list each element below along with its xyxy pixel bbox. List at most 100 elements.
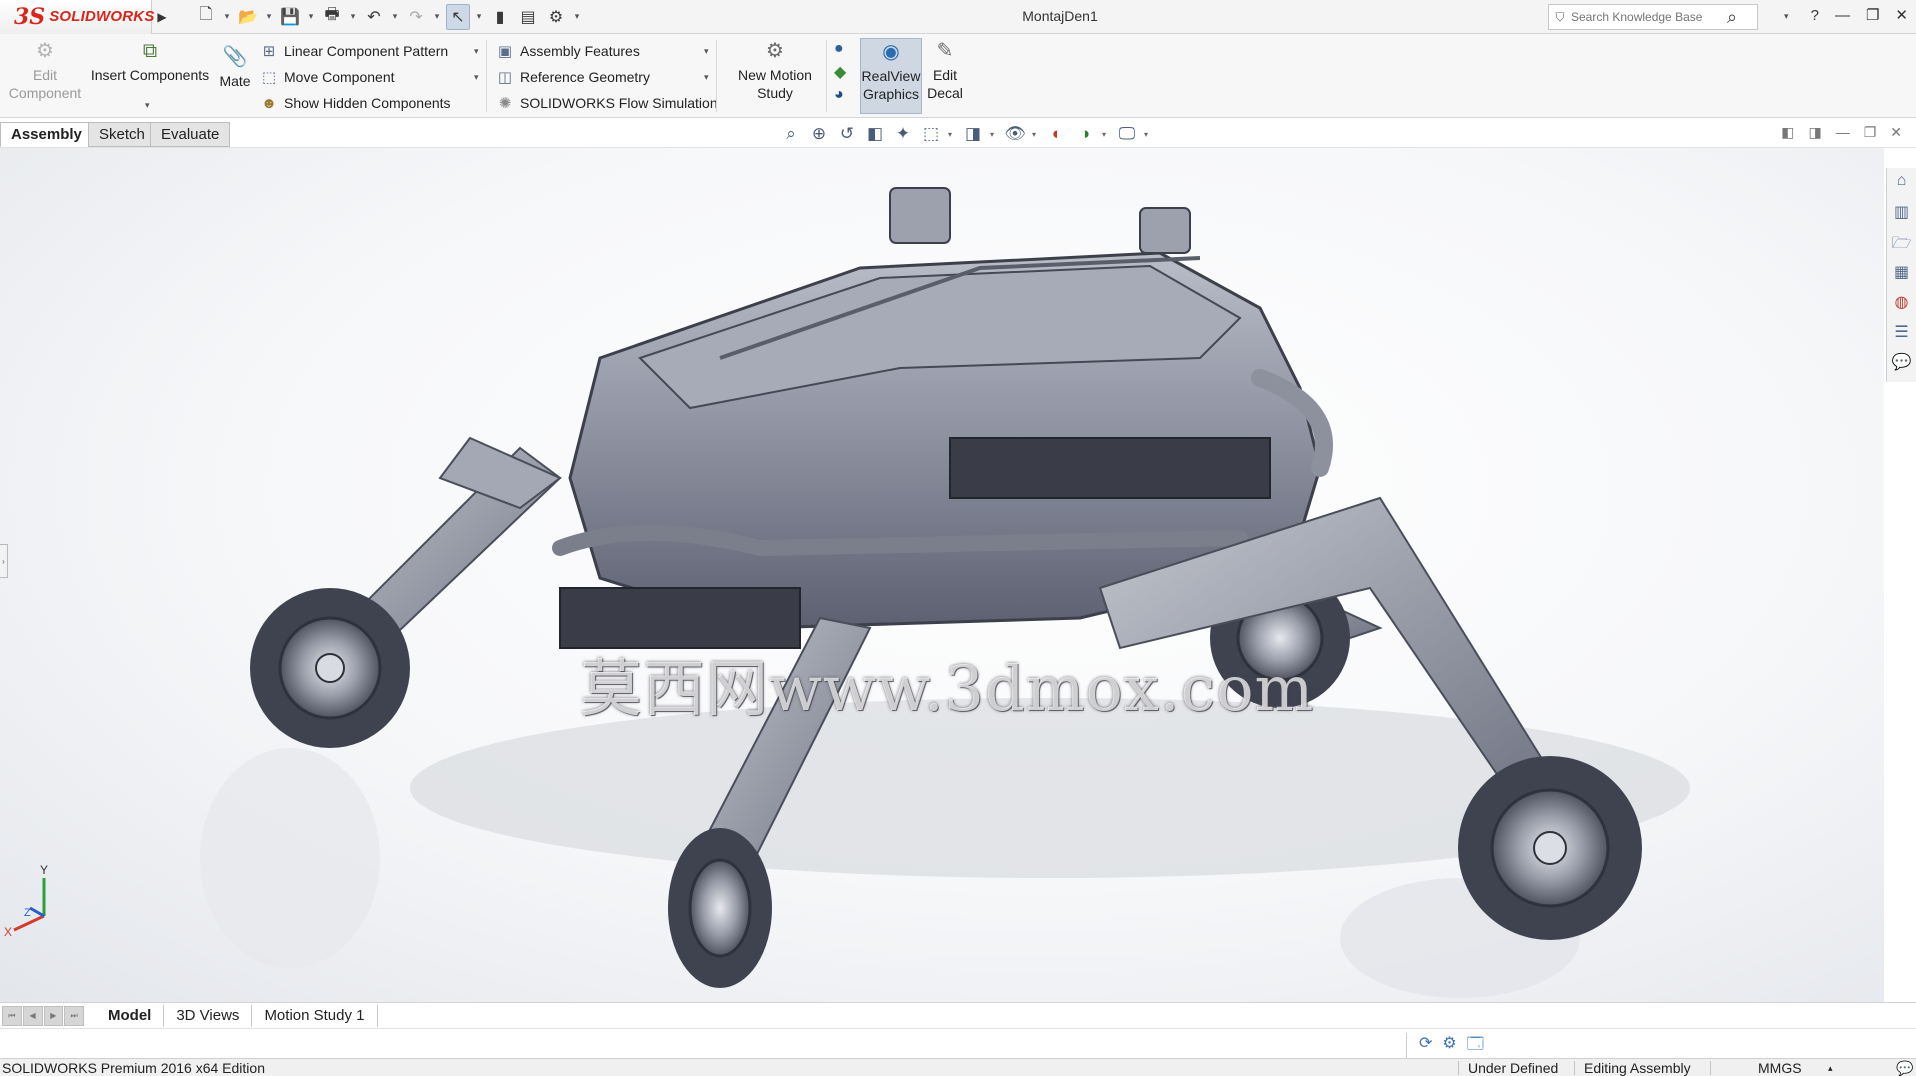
heads-up-view-toolbar: ⌕ ⊕ ↺ ◧ ✦ ⬚ ▾ ◨ ▾ 👁 ▾ ◐ ◑ ▾ 🖵 ▾	[780, 124, 1152, 144]
open-caret-icon[interactable]: ▾	[264, 4, 274, 30]
search-input[interactable]	[1571, 10, 1721, 24]
previous-tab-icon[interactable]: ◀	[22, 1005, 43, 1026]
solidworks-logo[interactable]: 3S SOLIDWORKS	[0, 0, 154, 34]
redo-icon[interactable]: ↷	[404, 4, 428, 30]
display-style-icon[interactable]: ◨	[962, 124, 984, 144]
shadows-sphere-icon[interactable]: ●	[834, 40, 846, 58]
realview-graphics-button[interactable]: ◉ RealView Graphics	[860, 38, 922, 114]
print-icon[interactable]: 🖶	[320, 4, 344, 30]
options-caret-icon[interactable]: ▾	[572, 4, 582, 30]
minimize-button[interactable]: —	[1835, 7, 1850, 24]
undo-icon[interactable]: ↶	[362, 4, 386, 30]
view-orientation-caret-icon[interactable]: ▾	[948, 130, 956, 139]
display-style-caret-icon[interactable]: ▾	[990, 130, 998, 139]
units-selector[interactable]: MMGS	[1758, 1060, 1802, 1076]
edit-appearance-icon[interactable]: ◐	[1046, 124, 1068, 144]
section-view-icon[interactable]: ◧	[864, 124, 886, 144]
rebuild-traffic-light-icon[interactable]: ▮	[488, 4, 512, 30]
status-separator	[1710, 1061, 1711, 1075]
reference-geometry-caret-icon[interactable]: ▾	[704, 72, 709, 83]
viewport-close-icon[interactable]: ✕	[1890, 124, 1902, 141]
dynamic-annotation-icon[interactable]: ✦	[892, 124, 914, 144]
ambient-occlusion-icon[interactable]: ◕	[834, 86, 846, 104]
close-button[interactable]: ✕	[1895, 6, 1908, 24]
apply-scene-icon[interactable]: ◑	[1074, 124, 1096, 144]
new-caret-icon[interactable]: ▾	[222, 4, 232, 30]
viewport-restore-icon[interactable]: ❐	[1864, 124, 1877, 141]
restore-button[interactable]: ❐	[1866, 6, 1879, 24]
undo-caret-icon[interactable]: ▾	[390, 4, 400, 30]
appearances-scenes-icon[interactable]: ◍	[1895, 292, 1909, 316]
tab-motion-study-1[interactable]: Motion Study 1	[252, 1004, 378, 1027]
assembly-features-button[interactable]: ▣ Assembly Features	[494, 40, 640, 62]
feature-manager-expand-handle[interactable]: ›	[0, 544, 8, 578]
edit-component-button[interactable]: ⚙ Edit Component	[6, 41, 84, 102]
first-tab-icon[interactable]: ⏮	[2, 1005, 22, 1026]
calculate-motion-icon[interactable]: ⟳	[1419, 1033, 1432, 1060]
design-library-icon[interactable]: ▥	[1894, 202, 1909, 226]
title-bar: 3S SOLIDWORKS ▶ 🗋 ▾ 📂 ▾ 💾 ▾ 🖶 ▾ ↶ ▾ ↷ ▾ …	[0, 0, 1916, 34]
insert-components-caret-icon[interactable]: ▾	[145, 100, 150, 111]
apply-scene-caret-icon[interactable]: ▾	[1102, 130, 1110, 139]
zoom-to-fit-icon[interactable]: ⌕	[780, 124, 802, 144]
new-motion-study-label-2: Study	[757, 85, 793, 101]
move-component-caret-icon[interactable]: ▾	[474, 72, 479, 83]
appearance-icon[interactable]: ◆	[834, 62, 846, 82]
knowledge-base-icon[interactable]: ⛉	[1549, 10, 1571, 25]
hide-show-caret-icon[interactable]: ▾	[1032, 130, 1040, 139]
search-icon[interactable]: ⌕	[1727, 7, 1737, 28]
print-caret-icon[interactable]: ▾	[348, 4, 358, 30]
file-explorer-icon[interactable]: 🗁	[1892, 232, 1912, 256]
document-title: MontajDen1	[1022, 8, 1098, 24]
reference-geometry-button[interactable]: ◫ Reference Geometry	[494, 66, 650, 88]
file-properties-icon[interactable]: ▤	[516, 4, 540, 30]
linear-component-pattern-button[interactable]: ⊞ Linear Component Pattern	[258, 40, 449, 62]
last-tab-icon[interactable]: ⏭	[64, 1005, 84, 1026]
edit-decal-button[interactable]: ✎ Edit Decal	[924, 41, 966, 102]
tab-model[interactable]: Model	[96, 1004, 165, 1027]
select-pointer-icon[interactable]: ↖	[446, 3, 470, 30]
save-animation-icon[interactable]: 🗔	[1467, 1033, 1484, 1060]
zoom-to-area-icon[interactable]: ⊕	[808, 124, 830, 144]
tab-evaluate[interactable]: Evaluate	[150, 122, 231, 147]
options-gear-icon[interactable]: ⚙	[544, 4, 568, 30]
previous-view-icon[interactable]: ↺	[836, 124, 858, 144]
show-hidden-components-button[interactable]: ☻ Show Hidden Components	[258, 92, 450, 114]
linear-pattern-caret-icon[interactable]: ▾	[474, 46, 479, 57]
viewport-minimize-icon[interactable]: —	[1836, 124, 1850, 141]
assembly-features-caret-icon[interactable]: ▾	[704, 46, 709, 57]
redo-caret-icon[interactable]: ▾	[432, 4, 442, 30]
next-tab-icon[interactable]: ▶	[43, 1005, 64, 1026]
help-icon[interactable]: ?	[1811, 7, 1819, 24]
motion-study-properties-icon[interactable]: ⚙	[1442, 1033, 1456, 1060]
open-folder-icon[interactable]: 📂	[236, 4, 260, 30]
new-motion-study-button[interactable]: ⚙ New Motion Study	[730, 41, 820, 102]
view-settings-caret-icon[interactable]: ▾	[1144, 130, 1152, 139]
insert-components-button[interactable]: ⧉ Insert Components	[88, 41, 212, 84]
hide-show-items-icon[interactable]: 👁	[1004, 124, 1026, 144]
view-orientation-icon[interactable]: ⬚	[920, 124, 942, 144]
move-component-label: Move Component	[284, 69, 395, 85]
viewport-tile-right-icon[interactable]: ◨	[1808, 124, 1821, 141]
move-component-button[interactable]: ⬚ Move Component	[258, 66, 395, 88]
menu-expand-arrow-icon[interactable]: ▶	[152, 0, 172, 34]
save-icon[interactable]: 💾	[278, 4, 302, 30]
search-caret-icon[interactable]: ▾	[1784, 11, 1789, 22]
select-caret-icon[interactable]: ▾	[474, 4, 484, 30]
forum-icon[interactable]: 💬	[1892, 352, 1912, 376]
tab-sketch[interactable]: Sketch	[88, 122, 156, 147]
viewport-tile-left-icon[interactable]: ◧	[1781, 124, 1794, 141]
tab-assembly[interactable]: Assembly	[0, 122, 93, 147]
save-caret-icon[interactable]: ▾	[306, 4, 316, 30]
graphics-area[interactable]: Y X Z 莫西网www.3dmox.com	[0, 148, 1884, 1002]
new-document-icon[interactable]: 🗋	[194, 4, 218, 30]
view-palette-icon[interactable]: ▦	[1894, 262, 1909, 286]
flow-simulation-button[interactable]: ✺ SOLIDWORKS Flow Simulation	[494, 92, 718, 114]
units-caret-icon[interactable]: ▴	[1828, 1063, 1833, 1074]
status-chat-icon[interactable]: 💬	[1896, 1060, 1913, 1076]
custom-properties-icon[interactable]: ☰	[1894, 322, 1908, 346]
view-settings-monitor-icon[interactable]: 🖵	[1116, 124, 1138, 144]
solidworks-resources-home-icon[interactable]: ⌂	[1897, 172, 1907, 196]
tab-3d-views[interactable]: 3D Views	[164, 1004, 253, 1027]
mate-button[interactable]: 📎 Mate	[216, 47, 254, 90]
